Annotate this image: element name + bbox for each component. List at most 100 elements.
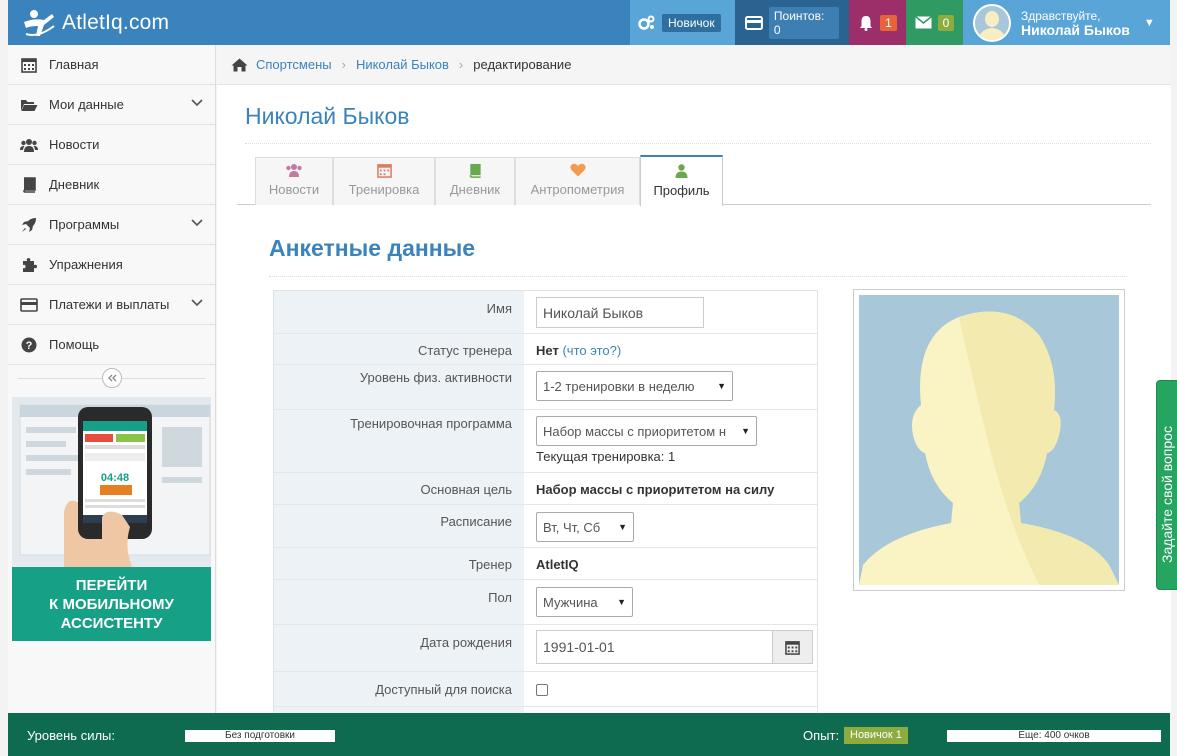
chevron-down-icon <box>191 299 203 307</box>
field-label: Дата рождения <box>274 625 524 671</box>
puzzle-icon <box>20 257 38 273</box>
user-name: Николай Быков <box>1021 21 1130 38</box>
field-label: Тренировочная программа <box>274 410 524 472</box>
points-label: Поинтов: 0 <box>768 6 839 39</box>
breadcrumb-current: редактирование <box>473 57 572 72</box>
caret-down-icon: ▼ <box>717 381 726 391</box>
brand-logo[interactable]: AtletIq.com <box>8 0 630 45</box>
form-row-name: Имя Николай Быков <box>274 291 817 334</box>
user-menu[interactable]: Здравствуйте, Николай Быков ▼ <box>963 0 1170 45</box>
book-icon <box>20 176 38 193</box>
tab-label: Профиль <box>653 183 710 198</box>
tab-profile[interactable]: Профиль <box>640 155 723 206</box>
rank-indicator[interactable]: Новичок <box>630 0 735 45</box>
banner-cta: ПЕРЕЙТИ К МОБИЛЬНОМУ АССИСТЕНТУ <box>12 567 211 641</box>
breadcrumb-person-link[interactable]: Николай Быков <box>356 57 449 72</box>
home-icon[interactable] <box>231 58 248 72</box>
athlete-logo-icon <box>22 8 56 38</box>
tab-label: Дневник <box>449 182 501 197</box>
calendar-icon <box>376 163 392 178</box>
datepicker-button[interactable] <box>773 630 813 664</box>
select-value: 1-2 тренировки в неделю <box>543 378 695 394</box>
sidebar: Главная Мои данные Новости Дневник Прогр… <box>8 45 216 713</box>
banner-line-2: К МОБИЛЬНОМУ <box>49 595 174 613</box>
program-select[interactable]: Набор массы с приоритетом н ▼ <box>536 416 757 446</box>
profile-form: Имя Николай Быков Статус тренера Нет (чт… <box>273 290 818 713</box>
rocket-icon <box>20 217 38 233</box>
profile-photo[interactable] <box>853 289 1125 591</box>
sidebar-item-exercises[interactable]: Упражнения <box>8 245 215 285</box>
caret-down-icon: ▼ <box>741 426 750 436</box>
experience-bar: Еще: 400 очков <box>947 730 1161 742</box>
mobile-assistant-banner[interactable]: 04:48 ПЕРЕЙТИ К МОБИЛЬНОМУ АССИСТЕНТУ <box>12 397 211 641</box>
name-input[interactable]: Николай Быков <box>536 297 704 328</box>
notifications-button[interactable]: 1 <box>849 0 906 45</box>
avatar-placeholder <box>859 295 1119 585</box>
goal-value: Набор массы с приоритетом на силу <box>536 482 775 497</box>
searchable-checkbox[interactable] <box>536 684 548 696</box>
field-label: Расписание <box>274 505 524 547</box>
brand-name: AtletIq.com <box>62 10 170 34</box>
divider <box>269 276 1127 277</box>
field-label: Тренер <box>274 548 524 579</box>
field-label: Доступный для поиска <box>274 672 524 706</box>
double-chevron-left-icon <box>107 374 116 382</box>
form-row-gender: Пол Мужчина ▼ <box>274 580 817 625</box>
sidebar-item-label: Упражнения <box>49 257 123 272</box>
trainer-status-value: Нет <box>536 343 559 358</box>
trainer-value: AtletIQ <box>536 557 579 572</box>
greeting-text: Здравствуйте, <box>1021 8 1101 23</box>
tab-label: Новости <box>268 182 320 197</box>
form-row-searchable: Доступный для поиска <box>274 672 817 707</box>
breadcrumb: Спортсмены › Николай Быков › редактирова… <box>217 45 1171 85</box>
activity-select[interactable]: 1-2 тренировки в неделю ▼ <box>536 371 733 401</box>
folder-open-icon <box>20 97 38 113</box>
section-title: Анкетные данные <box>269 235 476 261</box>
heart-icon <box>569 163 586 177</box>
strength-label: Уровень силы: <box>27 728 115 743</box>
points-indicator[interactable]: Поинтов: 0 <box>735 0 849 45</box>
notifications-badge: 1 <box>880 14 897 31</box>
tab-news[interactable]: Новости <box>255 157 333 205</box>
messages-badge: 0 <box>937 14 955 31</box>
schedule-select[interactable]: Вт, Чт, Сб ▼ <box>536 512 634 542</box>
field-label: Имя <box>274 291 524 333</box>
sidebar-item-my-data[interactable]: Мои данные <box>8 85 215 125</box>
tab-label: Тренировка <box>348 182 420 197</box>
sidebar-item-news[interactable]: Новости <box>8 125 215 165</box>
form-row-activity: Уровень физ. активности 1-2 тренировки в… <box>274 365 817 410</box>
select-value: Набор массы с приоритетом н <box>543 423 726 439</box>
form-row-trainer-status: Статус тренера Нет (что это?) <box>274 334 817 365</box>
sidebar-item-payments[interactable]: Платежи и выплаты <box>8 285 215 325</box>
form-row-trainer: Тренер AtletIQ <box>274 548 817 580</box>
sidebar-item-help[interactable]: ? Помощь <box>8 325 215 365</box>
users-icon <box>20 137 38 153</box>
experience-label: Опыт: <box>803 728 840 743</box>
chevron-right-icon: › <box>458 57 464 72</box>
tab-anthropometry[interactable]: Антропометрия <box>515 157 640 205</box>
sidebar-collapse-row <box>8 365 215 391</box>
banner-line-1: ПЕРЕЙТИ <box>75 576 148 594</box>
gender-select[interactable]: Мужчина ▼ <box>536 587 633 617</box>
sidebar-item-label: Программы <box>49 217 120 232</box>
tab-training[interactable]: Тренировка <box>333 157 435 205</box>
breadcrumb-athletes-link[interactable]: Спортсмены <box>256 57 332 72</box>
what-is-this-link[interactable]: что это? <box>567 343 617 358</box>
messages-button[interactable]: 0 <box>906 0 963 45</box>
ask-question-label: Задайте свой вопрос <box>1159 426 1175 563</box>
avatar <box>973 3 1011 42</box>
collapse-sidebar-button[interactable] <box>101 368 122 388</box>
sidebar-item-diary[interactable]: Дневник <box>8 165 215 205</box>
tab-diary[interactable]: Дневник <box>435 157 515 205</box>
sidebar-item-label: Мои данные <box>49 97 124 112</box>
caret-down-icon: ▼ <box>617 597 626 607</box>
sidebar-item-label: Главная <box>49 57 99 72</box>
sidebar-item-programs[interactable]: Программы <box>8 205 215 245</box>
field-label: Уровень физ. активности <box>274 365 524 409</box>
birthdate-input[interactable]: 1991-01-01 <box>536 630 773 664</box>
ask-question-tab[interactable]: Задайте свой вопрос <box>1156 380 1177 590</box>
form-row-goal: Основная цель Набор массы с приоритетом … <box>274 473 817 505</box>
sidebar-item-home[interactable]: Главная <box>8 45 215 85</box>
current-training: Текущая тренировка: 1 <box>536 449 676 464</box>
form-row-birthdate: Дата рождения 1991-01-01 <box>274 625 817 672</box>
